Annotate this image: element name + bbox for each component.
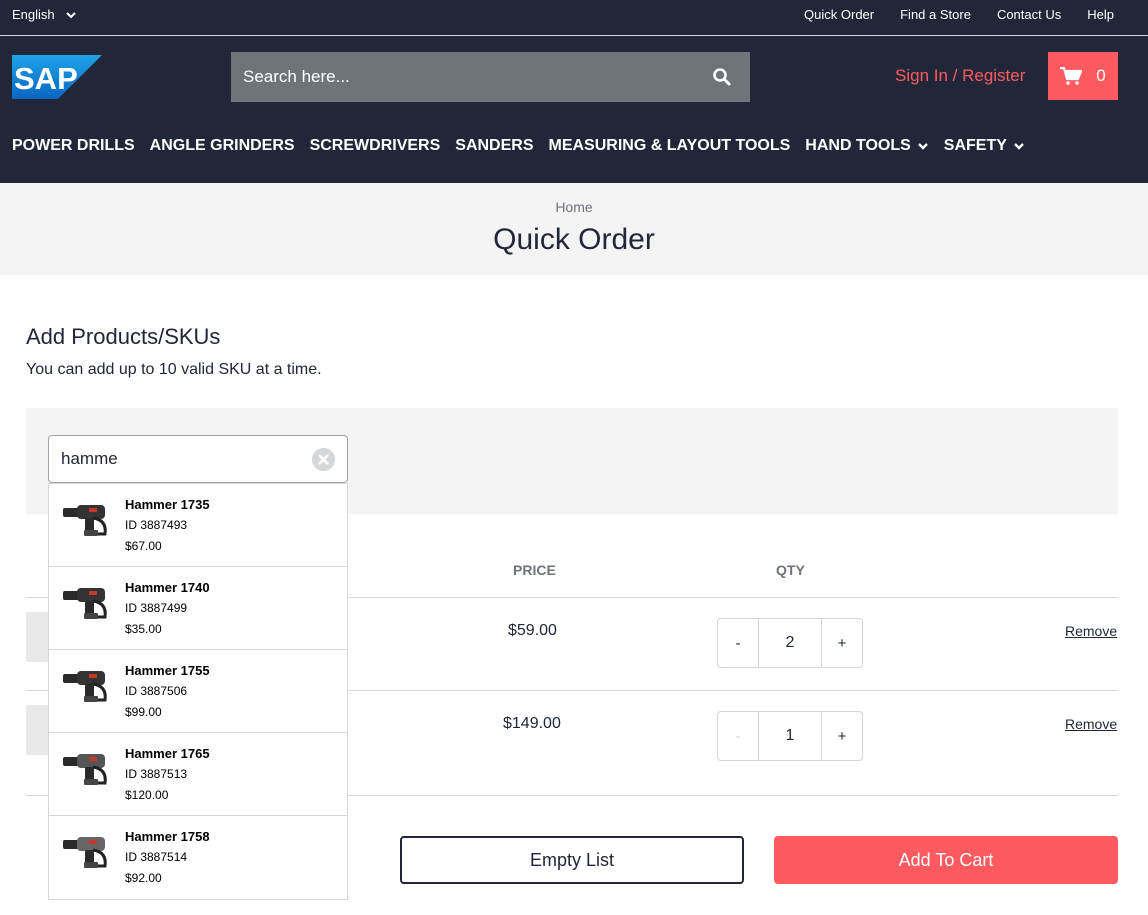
sign-in-register-link[interactable]: Sign In / Register [895,66,1025,86]
section-title: Add Products/SKUs [26,324,221,349]
nav-label: SANDERS [455,137,534,154]
row-price: $59.00 [508,622,557,639]
quick-order-link[interactable]: Quick Order [804,7,874,22]
svg-text:SAP: SAP [14,61,78,96]
nav-label: HAND TOOLS [805,137,911,154]
suggestion-name: Hammer 1755 [125,663,210,678]
hammer-drill-icon [63,754,107,785]
chevron-down-icon [1014,143,1024,150]
chevron-down-icon [917,143,928,150]
nav-label: MEASURING & LAYOUT TOOLS [548,137,791,154]
page-header-band: Home Quick Order [0,183,1148,275]
column-header-price: PRICE [513,562,556,578]
suggestion-name: Hammer 1740 [125,580,210,595]
page-title: Quick Order [493,223,655,256]
suggestion-item[interactable]: Hammer 1735 ID 3887493 $67.00 [49,484,347,567]
nav-hand-tools[interactable]: HAND TOOLS [805,137,928,155]
find-store-link[interactable]: Find a Store [900,7,971,22]
column-header-qty: QTY [776,562,805,578]
hammer-drill-icon [63,505,107,536]
nav-sanders[interactable]: SANDERS [455,137,533,155]
product-thumbnail[interactable] [26,705,48,755]
sku-search-input[interactable] [49,436,304,482]
qty-value[interactable]: 1 [758,712,822,760]
nav-screwdrivers[interactable]: SCREWDRIVERS [310,137,441,155]
suggestion-price: $35.00 [125,622,162,636]
suggestion-id: ID 3887514 [125,850,188,864]
suggestion-name: Hammer 1758 [125,829,210,844]
suggestion-price: $67.00 [125,539,162,553]
suggestion-item[interactable]: Hammer 1755 ID 3887506 $99.00 [49,650,347,733]
quantity-stepper: - 1 + [717,711,863,761]
sap-logo[interactable]: SAP [12,55,102,99]
row-price: $149.00 [503,715,561,732]
empty-list-button[interactable]: Empty List [400,836,744,884]
language-label: English [12,7,55,22]
clear-icon[interactable] [312,448,335,471]
sku-suggestions-dropdown: Hammer 1735 ID 3887493 $67.00 Hammer 174… [48,483,348,900]
suggestion-id: ID 3887506 [125,684,188,698]
chevron-down-icon [65,11,76,18]
quantity-stepper: - 2 + [717,618,863,668]
suggestion-name: Hammer 1765 [125,746,210,761]
category-nav: POWER DRILLS ANGLE GRINDERS SCREWDRIVERS… [12,137,1040,155]
cart-count: 0 [1096,66,1106,85]
search-bar [231,52,750,102]
suggestion-item[interactable]: Hammer 1758 ID 3887514 $92.00 [49,816,347,899]
suggestion-item[interactable]: Hammer 1765 ID 3887513 $120.00 [49,733,347,816]
contact-us-link[interactable]: Contact Us [997,7,1061,22]
add-to-cart-button[interactable]: Add To Cart [774,836,1118,884]
suggestion-id: ID 3887513 [125,767,188,781]
cart-icon [1060,67,1083,85]
suggestion-price: $99.00 [125,705,162,719]
qty-decrease-button[interactable]: - [718,712,758,760]
site-header: SAP Sign In / Register 0 POWER DRILLS AN… [0,36,1148,183]
suggestion-id: ID 3887493 [125,518,188,532]
qty-value[interactable]: 2 [758,619,822,667]
section-subtitle: You can add up to 10 valid SKU at a time… [26,361,322,378]
breadcrumb-home[interactable]: Home [0,199,1148,215]
search-input[interactable] [231,52,691,102]
nav-measuring-layout-tools[interactable]: MEASURING & LAYOUT TOOLS [549,137,791,155]
help-link[interactable]: Help [1087,7,1114,22]
suggestion-name: Hammer 1735 [125,497,210,512]
hammer-drill-icon [63,671,107,702]
nav-label: POWER DRILLS [12,137,135,154]
qty-increase-button[interactable]: + [822,619,862,667]
cart-button[interactable]: 0 [1048,52,1118,100]
nav-label: SCREWDRIVERS [309,137,441,154]
qty-increase-button[interactable]: + [822,712,862,760]
nav-safety[interactable]: SAFETY [944,137,1025,155]
suggestion-item[interactable]: Hammer 1740 ID 3887499 $35.00 [49,567,347,650]
language-selector[interactable]: English [12,7,77,22]
nav-label: SAFETY [943,137,1007,154]
qty-decrease-button[interactable]: - [718,619,758,667]
product-thumbnail[interactable] [26,612,48,662]
hammer-drill-icon [63,588,107,619]
nav-label: ANGLE GRINDERS [149,137,295,154]
remove-link[interactable]: Remove [1065,716,1117,732]
suggestion-price: $120.00 [125,788,169,802]
suggestion-price: $92.00 [125,871,162,885]
search-icon[interactable] [712,67,732,87]
remove-link[interactable]: Remove [1065,623,1117,639]
hammer-drill-icon [63,837,107,868]
nav-angle-grinders[interactable]: ANGLE GRINDERS [150,137,295,155]
suggestion-id: ID 3887499 [125,601,188,615]
nav-power-drills[interactable]: POWER DRILLS [12,137,135,155]
utility-bar: English Quick Order Find a Store Contact… [0,0,1148,36]
sku-search-field [48,435,348,483]
utility-links: Quick Order Find a Store Contact Us Help [778,7,1114,22]
